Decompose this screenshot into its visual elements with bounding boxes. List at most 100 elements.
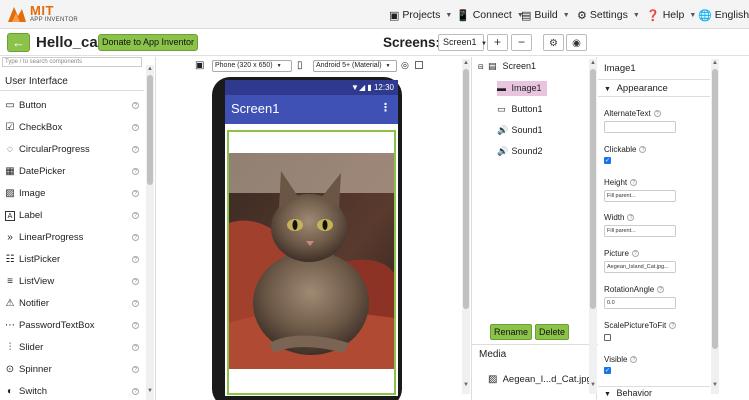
overflow-menu-icon[interactable]: ⋮	[380, 101, 391, 114]
device-size-select[interactable]: Phone (320 x 650) ▼	[212, 60, 292, 72]
delete-button[interactable]: Delete	[535, 324, 569, 340]
palette-category[interactable]: User Interface	[0, 73, 144, 91]
help-icon[interactable]: ?	[132, 388, 139, 395]
help-icon[interactable]: ?	[132, 168, 139, 175]
scroll-thumb[interactable]	[712, 69, 718, 349]
help-icon[interactable]: ?	[631, 250, 639, 258]
rename-button[interactable]: Rename	[490, 324, 532, 340]
viewer-scrollbar[interactable]: ▲ ▼	[462, 59, 470, 394]
rotationangle-input[interactable]: 0.0	[604, 297, 676, 309]
palette-item-circularprogress[interactable]: ◌ CircularProgress ?	[0, 139, 144, 161]
scroll-down-icon[interactable]: ▼	[462, 381, 470, 389]
project-properties-button[interactable]: ⚙	[543, 34, 564, 51]
palette-item-listview[interactable]: ≡ ListView ?	[0, 271, 144, 293]
add-screen-button[interactable]: +	[487, 34, 508, 51]
palette-item-label[interactable]: A Label ?	[0, 205, 144, 227]
tree-item-sound1[interactable]: 🔊 Sound1	[497, 123, 543, 138]
sound-icon: 🔊	[497, 146, 509, 156]
scalepicturetofit-checkbox[interactable]	[604, 334, 611, 341]
help-icon[interactable]: ?	[639, 146, 647, 154]
prop-scalepicturetofit-label: ScalePictureToFit?	[604, 321, 677, 330]
help-icon[interactable]: ?	[132, 212, 139, 219]
palette-item-label: ListView	[19, 276, 55, 287]
phone-preview-icon[interactable]: ▯	[297, 60, 303, 71]
menu-build[interactable]: ▤ Build ▼	[521, 6, 570, 24]
palette-item-notifier[interactable]: ⚠ Notifier ?	[0, 293, 144, 315]
scroll-down-icon[interactable]: ▼	[146, 387, 154, 395]
show-hidden-checkbox[interactable]	[415, 61, 423, 69]
menu-settings[interactable]: ⚙ Settings ▼	[577, 6, 640, 24]
components-scrollbar[interactable]: ▲ ▼	[589, 59, 597, 394]
palette-item-label: ListPicker	[19, 254, 61, 265]
help-icon[interactable]: ?	[132, 256, 139, 263]
help-icon[interactable]: ?	[669, 322, 677, 330]
hide-components-button[interactable]: ◉	[566, 34, 587, 51]
tree-item-sound2[interactable]: 🔊 Sound2	[497, 144, 543, 159]
back-button[interactable]: ←	[7, 33, 30, 52]
scroll-down-icon[interactable]: ▼	[589, 381, 597, 389]
appearance-section-header[interactable]: ▼ Appearance	[598, 79, 710, 97]
app-inventor-logo[interactable]: MIT APP INVENTOR	[6, 3, 96, 27]
scroll-up-icon[interactable]: ▲	[711, 59, 719, 67]
help-icon[interactable]: ?	[132, 278, 139, 285]
palette-item-spinner[interactable]: ⊙ Spinner ?	[0, 359, 144, 381]
tree-item-image1[interactable]: ▬ Image1	[497, 81, 547, 96]
tablet-preview-icon[interactable]: ▣	[195, 60, 204, 71]
palette-search-input[interactable]: Type / to search components	[2, 57, 142, 67]
menu-projects[interactable]: ▣ Projects ▼	[389, 6, 452, 24]
screen-select[interactable]: Screen1 ▼	[438, 34, 487, 51]
menu-language[interactable]: 🌐 English ▼	[698, 6, 749, 24]
help-icon[interactable]: ?	[132, 300, 139, 307]
palette-item-switch[interactable]: ◐ Switch ?	[0, 381, 144, 400]
scroll-up-icon[interactable]: ▲	[146, 65, 154, 73]
help-icon[interactable]: ?	[132, 234, 139, 241]
palette-item-passwordtextbox[interactable]: ⋯ PasswordTextBox ?	[0, 315, 144, 337]
palette-item-button[interactable]: ▭ Button ?	[0, 95, 144, 117]
media-file-item[interactable]: ▨ Aegean_I...d_Cat.jpg	[488, 374, 592, 385]
help-icon[interactable]: ?	[627, 214, 635, 222]
palette-item-slider[interactable]: ⫶ Slider ?	[0, 337, 144, 359]
help-icon[interactable]: ?	[132, 344, 139, 351]
eye-off-icon[interactable]: ◎	[401, 60, 409, 71]
help-icon[interactable]: ?	[132, 190, 139, 197]
help-icon[interactable]: ?	[132, 322, 139, 329]
tree-item-button1[interactable]: ▭ Button1	[497, 102, 543, 117]
chevron-down-icon: ▼	[276, 63, 282, 69]
picture-input[interactable]: Aegean_Island_Cat.jpg...	[604, 261, 676, 273]
scroll-down-icon[interactable]: ▼	[711, 381, 719, 389]
help-icon[interactable]: ?	[132, 102, 139, 109]
alternatetext-input[interactable]	[604, 121, 676, 133]
palette-item-listpicker[interactable]: ☷ ListPicker ?	[0, 249, 144, 271]
palette-scrollbar[interactable]: ▲ ▼	[146, 65, 154, 400]
help-icon[interactable]: ?	[132, 366, 139, 373]
visible-checkbox[interactable]: ✓	[604, 367, 611, 374]
palette-item-checkbox[interactable]: ☑ CheckBox ?	[0, 117, 144, 139]
help-icon[interactable]: ?	[657, 286, 665, 294]
behavior-section-header[interactable]: ▼ Behavior	[598, 386, 710, 400]
palette-item-datepicker[interactable]: ▦ DatePicker ?	[0, 161, 144, 183]
cat-image[interactable]	[229, 153, 394, 369]
properties-scrollbar[interactable]: ▲ ▼	[711, 59, 719, 394]
help-icon[interactable]: ?	[653, 110, 661, 118]
help-icon[interactable]: ?	[132, 124, 139, 131]
help-icon[interactable]: ?	[630, 356, 638, 364]
clickable-checkbox[interactable]: ✓	[604, 157, 611, 164]
remove-screen-button[interactable]: −	[511, 34, 532, 51]
tree-item-screen1[interactable]: ▤ Screen1	[488, 59, 536, 74]
scroll-up-icon[interactable]: ▲	[589, 59, 597, 67]
scroll-thumb[interactable]	[590, 69, 596, 309]
scroll-up-icon[interactable]: ▲	[462, 59, 470, 67]
height-input[interactable]: Fill parent...	[604, 190, 676, 202]
palette-item-image[interactable]: ▨ Image ?	[0, 183, 144, 205]
menu-help[interactable]: ❓ Help ▼	[646, 6, 696, 24]
help-icon[interactable]: ?	[132, 146, 139, 153]
help-icon[interactable]: ?	[630, 179, 638, 187]
width-input[interactable]: Fill parent...	[604, 225, 676, 237]
scroll-thumb[interactable]	[147, 75, 153, 185]
scroll-thumb[interactable]	[463, 69, 469, 309]
donate-button[interactable]: Donate to App Inventor	[98, 34, 198, 51]
collapse-icon[interactable]: ⊟	[478, 63, 484, 71]
palette-item-linearprogress[interactable]: » LinearProgress ?	[0, 227, 144, 249]
menu-connect[interactable]: 📱 Connect ▼	[456, 6, 524, 24]
theme-select[interactable]: Android 5+ (Material) ▼	[313, 60, 397, 72]
